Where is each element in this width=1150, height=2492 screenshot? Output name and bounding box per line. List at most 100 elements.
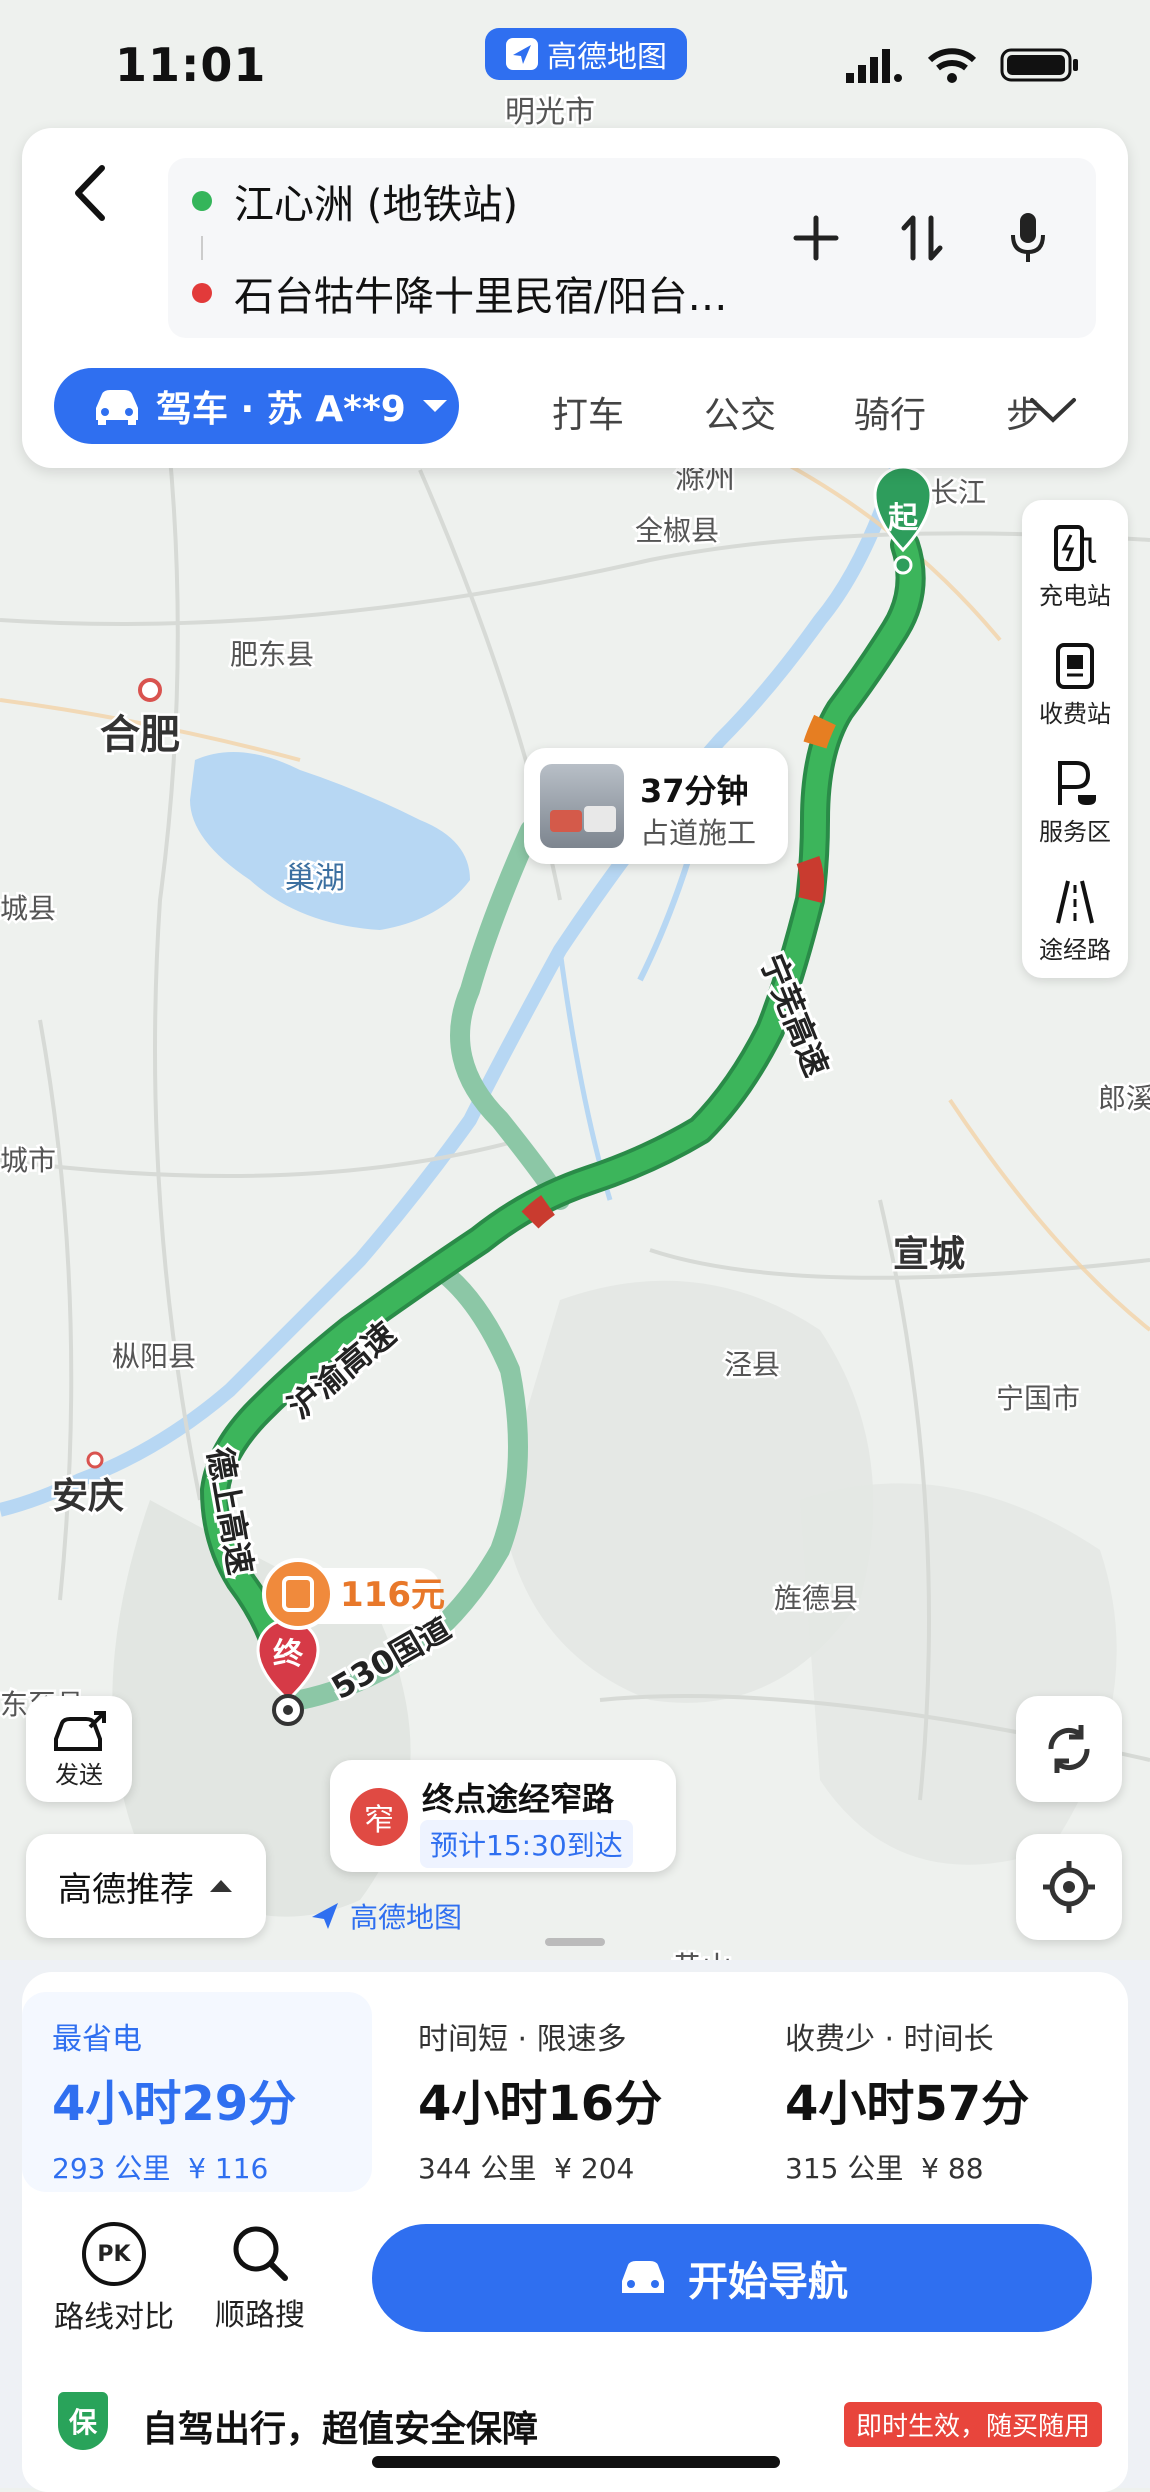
route-option-duration: 4小时16分: [418, 2076, 663, 2132]
charging-station-icon: [1054, 525, 1097, 571]
label-chengshi: 城市: [0, 1144, 56, 1177]
destination-dot-icon: [192, 283, 212, 303]
route-option-duration: 4小时29分: [52, 2076, 297, 2132]
expand-modes-icon[interactable]: [1028, 394, 1078, 424]
label-langxi: 郎溪: [1098, 1082, 1150, 1115]
congestion-segment: [521, 1195, 555, 1229]
send-to-car-button[interactable]: 发送: [26, 1696, 132, 1802]
amap-watermark-icon: [312, 1903, 338, 1929]
label-xuancheng: 宣城: [893, 1234, 965, 1275]
destination-field[interactable]: 石台牯牛降十里民宿/阳台…: [192, 253, 727, 333]
recommend-label: 高德推荐: [58, 1869, 194, 1910]
navigation-car-icon: [622, 2261, 664, 2293]
route-option-meta: 315 公里 ¥ 88: [785, 2147, 984, 2187]
battery-icon: [1000, 48, 1078, 82]
microphone-icon[interactable]: [1000, 210, 1056, 266]
toll-station-icon: [1056, 643, 1094, 689]
svg-text:116元: 116元: [340, 1575, 445, 1615]
tool-toll-label: 收费站: [1039, 700, 1111, 728]
route-option-3[interactable]: 收费少 · 时间长 4小时57分 315 公里 ¥ 88: [755, 1992, 1105, 2192]
caret-down-icon: [422, 400, 447, 412]
traffic-event-callout[interactable]: 37分钟 占道施工: [524, 748, 788, 864]
mode-drive-label: 驾车 · 苏 A**9: [156, 389, 406, 430]
start-navigation-label: 开始导航: [688, 2259, 848, 2305]
insurance-tag: 即时生效，随买随用: [843, 2402, 1102, 2447]
tool-waypoint[interactable]: 途经路: [1022, 874, 1128, 965]
send-label: 发送: [55, 1760, 103, 1789]
mode-transit[interactable]: 公交: [704, 386, 776, 438]
route-input-card: 江心洲 (地铁站) 石台牯牛降十里民宿/阳台… 驾车 · 苏 A**9 打车 公…: [22, 128, 1128, 468]
tool-toll[interactable]: 收费站: [1022, 638, 1128, 729]
route-option-cost: ¥ 204: [554, 2152, 635, 2185]
origin-text: 江心洲 (地铁站): [234, 182, 518, 228]
app-name: 高德地图: [547, 40, 667, 75]
wifi-icon: [927, 48, 977, 83]
locate-me-button[interactable]: [1016, 1834, 1122, 1940]
tool-charging[interactable]: 充电站: [1022, 520, 1128, 611]
destination-text: 石台牯牛降十里民宿/阳台…: [234, 274, 728, 320]
insurance-shield-icon: 保: [58, 2392, 108, 2450]
swap-icon[interactable]: [894, 210, 950, 266]
route-preference-dropdown[interactable]: 高德推荐: [26, 1834, 266, 1938]
mode-drive[interactable]: 驾车 · 苏 A**9: [54, 368, 459, 444]
map-tools-panel: 充电站 收费站 服务区 途经路: [1022, 500, 1128, 978]
route-option-2[interactable]: 时间短 · 限速多 4小时16分 344 公里 ¥ 204: [388, 1992, 738, 2192]
status-time: 11:01: [115, 38, 267, 92]
status-bar: 11:01 高德地图: [0, 0, 1150, 130]
back-button[interactable]: [60, 158, 120, 228]
route-option-1[interactable]: 最省电 4小时29分 293 公里 ¥ 116: [22, 1992, 372, 2192]
narrow-eta: 预计15:30到达: [420, 1820, 633, 1868]
start-navigation-button[interactable]: 开始导航: [372, 2224, 1092, 2332]
route-option-meta: 293 公里 ¥ 116: [52, 2147, 268, 2187]
tool-service-label: 服务区: [1039, 818, 1111, 846]
route-option-label: 收费少 · 时间长: [785, 2022, 994, 2057]
mode-cycling[interactable]: 骑行: [854, 386, 926, 438]
label-chengxian: 城县: [0, 892, 56, 925]
route-compare-button[interactable]: PK 路线对比: [44, 2222, 184, 2336]
pk-icon: PK: [82, 2222, 146, 2286]
route-actions: [788, 210, 1056, 266]
refresh-route-button[interactable]: [1016, 1696, 1122, 1802]
narrow-road-callout[interactable]: 窄 终点途经窄路 预计15:30到达: [330, 1760, 676, 1872]
along-route-search-button[interactable]: 顺路搜: [190, 2222, 330, 2334]
congestion-segment: [796, 856, 825, 903]
route-option-meta: 344 公里 ¥ 204: [418, 2147, 634, 2187]
origin-dot-icon: [192, 191, 212, 211]
add-stop-icon[interactable]: [788, 210, 844, 266]
label-zongyang: 枞阳县: [112, 1340, 196, 1373]
map-watermark-text: 高德地图: [350, 1901, 463, 1934]
route-option-distance: 293 公里: [52, 2152, 171, 2185]
search-icon: [233, 2226, 288, 2281]
home-indicator[interactable]: [372, 2456, 780, 2468]
tool-charging-label: 充电站: [1039, 582, 1111, 610]
status-icons: [844, 46, 1080, 84]
insurance-text: 自驾出行，超值安全保障: [142, 2409, 539, 2450]
cellular-signal-icon: [846, 49, 902, 83]
route-option-distance: 315 公里: [785, 2152, 904, 2185]
traffic-duration: 37分钟: [640, 772, 749, 810]
mode-taxi[interactable]: 打车: [552, 386, 624, 438]
send-car-icon: [54, 1710, 106, 1751]
toll-tag[interactable]: 116元: [262, 1558, 445, 1630]
traffic-reason: 占道施工: [640, 816, 757, 850]
insurance-banner[interactable]: 保 自驾出行，超值安全保障 即时生效，随买随用: [22, 2372, 1128, 2492]
location-target-icon: [1043, 1861, 1095, 1913]
congestion-segment: [803, 714, 836, 749]
route-option-label: 最省电: [52, 2022, 142, 2057]
sheet-handle[interactable]: [545, 1938, 605, 1946]
transport-mode-bar: 驾车 · 苏 A**9 打车 公交 骑行 步: [54, 368, 1108, 448]
refresh-icon: [1048, 1725, 1090, 1773]
label-quanjiao: 全椒县: [635, 514, 719, 547]
tool-service[interactable]: 服务区: [1022, 756, 1128, 847]
app-return-pill[interactable]: 高德地图: [485, 28, 687, 80]
narrow-title: 终点途经窄路: [422, 1780, 615, 1818]
route-option-label: 时间短 · 限速多: [418, 2022, 627, 2057]
route-box: 江心洲 (地铁站) 石台牯牛降十里民宿/阳台…: [168, 158, 1096, 338]
traffic-photo: [540, 764, 624, 848]
tool-waypoint-label: 途经路: [1039, 936, 1111, 964]
origin-field[interactable]: 江心洲 (地铁站): [192, 161, 518, 241]
label-anqing: 安庆: [52, 1476, 124, 1517]
car-icon: [96, 390, 138, 425]
back-arrow-icon: [75, 165, 105, 221]
route-option-distance: 344 公里: [418, 2152, 537, 2185]
